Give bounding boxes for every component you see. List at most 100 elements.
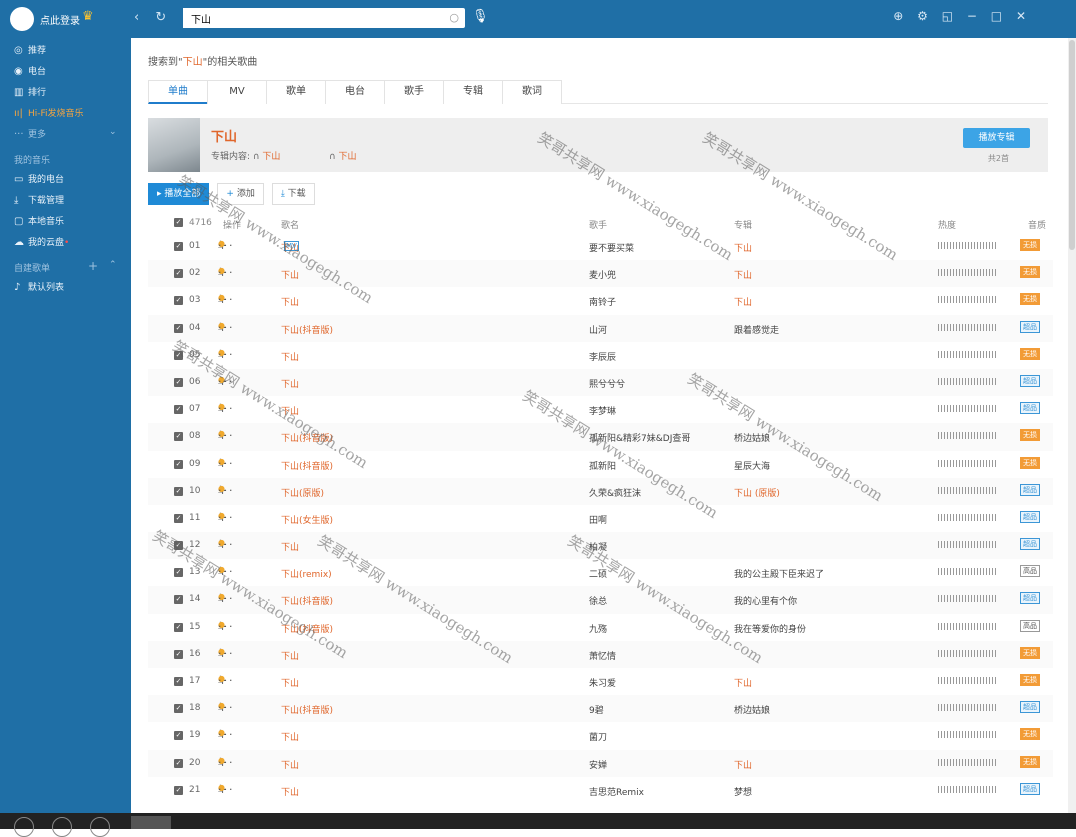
quality-badge[interactable]: 无损 [1020,293,1040,306]
chevron-down-icon[interactable]: ⌄ [109,127,117,137]
album-name[interactable]: 下山 [734,241,752,254]
singer[interactable]: 孤新阳&精彩7妹&DJ查哥 [589,431,690,444]
col-album[interactable]: 专辑 [734,218,752,231]
settings-icon[interactable]: ⚙ [917,9,928,23]
vip-crown-icon[interactable]: ♛ [82,10,96,24]
table-row[interactable]: ✓ 16 + ⤓ ● ··· 下山 萧忆情 无损 [148,640,1053,668]
more-icon[interactable]: ··· [218,348,235,361]
table-row[interactable]: ✓ 19 + ⤓ ● ··· 下山 菌刀 无损 [148,722,1053,749]
album-name[interactable]: 下山 (原版) [734,486,780,499]
song-title-text[interactable]: 下山(抖音版) [281,431,333,444]
more-icon[interactable]: ··· [218,429,235,442]
quality-badge[interactable]: 超品 [1020,538,1040,551]
singer[interactable]: 9碧 [589,703,604,716]
singer[interactable]: 萧忆情 [589,649,616,662]
sidebar-item-default-list[interactable]: ♪ 默认列表 [14,280,64,293]
row-checkbox[interactable]: ✓ [174,405,183,415]
album-track-link[interactable]: 下山 [262,152,280,162]
more-icon[interactable]: ··· [218,402,235,415]
quality-badge[interactable]: 无损 [1020,674,1040,686]
album-name[interactable]: 下山 [734,268,752,281]
quality-badge[interactable]: 超品 [1020,510,1040,523]
singer[interactable]: 九殇 [589,622,607,635]
more-icon[interactable]: ··· [218,728,235,741]
tab-radio[interactable]: 电台 [325,80,385,104]
singer[interactable]: 徐总 [589,594,607,607]
search-icon[interactable]: ○ [449,11,459,24]
quality-badge[interactable]: 超品 [1020,374,1040,387]
table-row[interactable]: ✓ 20 + ⤓ ● ··· 下山 安婵 下山 无损 [148,749,1053,777]
song-title-text[interactable]: 下山 [281,404,299,417]
singer[interactable]: 山河 [589,323,607,336]
quality-badge[interactable]: 无损 [1020,347,1040,360]
singer[interactable]: 李梦琳 [589,404,616,417]
singer[interactable]: 田啊 [589,513,607,526]
sidebar-item-recommend[interactable]: ◎ 推荐 [14,43,46,56]
row-checkbox[interactable]: ✓ [174,486,183,496]
singer[interactable]: 李辰辰 [589,350,616,363]
mini-mode-icon[interactable]: ◱ [942,9,953,23]
row-checkbox[interactable]: ✓ [174,622,183,632]
more-icon[interactable]: ··· [218,239,235,252]
table-row[interactable]: ✓ 06 + ⤓ ● ··· 下山 熙兮兮兮 超品 [148,368,1053,397]
more-icon[interactable]: ··· [218,783,235,796]
more-icon[interactable]: ··· [218,511,235,524]
maximize-icon[interactable]: □ [991,9,1002,23]
table-row[interactable]: ✓ 10 + ⤓ ● ··· 下山(原版) 久荣&疯狂沫 下山 (原版) 超品 [148,477,1053,505]
quality-badge[interactable]: 无损 [1020,728,1040,741]
song-title-text[interactable]: 下山 [281,730,299,743]
table-row[interactable]: ✓ 05 + ⤓ ● ··· 下山 李辰辰 无损 [148,342,1053,369]
song-title-text[interactable]: 下山 [281,268,299,281]
table-row[interactable]: ✓ 09 + ⤓ ● ··· 下山(抖音版) 孤新阳 星辰大海 无损 [148,451,1053,478]
table-row[interactable]: ✓ 03 + ⤓ ● ··· 下山 南铃子 下山 无损 [148,287,1053,314]
album-name[interactable]: 下山 [734,676,752,689]
refresh-icon[interactable]: ↻ [155,10,166,25]
singer[interactable]: 孤新阳 [589,459,616,472]
row-checkbox[interactable]: ✓ [174,568,183,578]
album-name[interactable]: 梦想 [734,785,752,798]
add-button[interactable]: + 添加 [217,183,264,205]
row-checkbox[interactable]: ✓ [174,541,183,551]
quality-badge[interactable]: 超品 [1020,782,1040,795]
quality-badge[interactable]: 无损 [1020,456,1040,469]
table-row[interactable]: ✓ 07 + ⤓ ● ··· 下山 李梦琳 超品 [148,396,1053,423]
row-checkbox[interactable]: ✓ [174,731,183,741]
login-link[interactable]: 点此登录 [40,12,80,27]
quality-badge[interactable]: 超品 [1020,483,1040,496]
song-title-text[interactable]: 下山 [281,377,299,390]
prev-icon[interactable] [14,817,34,837]
sidebar-item-cloud[interactable]: ☁ 我的云盘• [14,235,69,248]
row-checkbox[interactable]: ✓ [174,704,183,714]
scroll-thumb[interactable] [1069,40,1075,250]
quality-badge[interactable]: 无损 [1020,646,1040,659]
sidebar-item-more[interactable]: ··· 更多 ⌄ [14,127,117,140]
album-name[interactable]: 星辰大海 [734,459,770,472]
more-icon[interactable]: ··· [218,674,235,687]
select-all-checkbox[interactable]: ✓ [174,218,183,227]
song-title-text[interactable]: 下山 [281,350,299,363]
more-icon[interactable]: ··· [218,647,235,660]
col-quality[interactable]: 音质 [1028,218,1046,231]
singer[interactable]: 安婵 [589,758,607,771]
sidebar-item-downloads[interactable]: ⤓ 下载管理 [14,193,64,206]
song-title-text[interactable]: 下山 [281,540,299,553]
row-checkbox[interactable]: ✓ [174,513,183,523]
add-playlist-icon[interactable]: + [88,259,98,273]
table-row[interactable]: ✓ 08 + ⤓ ● ··· 下山(抖音版) 孤新阳&精彩7妹&DJ查哥 桥边姑娘 无损 [148,423,1053,451]
next-icon[interactable] [90,817,110,837]
more-icon[interactable]: ··· [218,565,235,578]
col-singer[interactable]: 歌手 [589,218,607,231]
table-row[interactable]: ✓ 15 + ⤓ ● ··· 下山(抖音版) 九殇 我在等爱你的身份 高品 [148,614,1053,641]
album-name[interactable]: 我在等爱你的身份 [734,622,806,635]
quality-badge[interactable]: 无损 [1020,266,1040,279]
more-icon[interactable]: ··· [218,266,235,279]
song-title-text[interactable]: 下山 [281,785,299,798]
singer[interactable]: 南铃子 [589,295,616,308]
album-cover[interactable] [148,118,200,172]
tab-lyrics[interactable]: 歌词 [502,80,562,104]
row-checkbox[interactable]: ✓ [174,350,183,360]
singer[interactable]: 要不要买菜 [589,241,634,254]
album-name[interactable]: 跟着感觉走 [734,323,779,336]
album-name[interactable]: 桥边姑娘 [734,431,770,444]
song-title-text[interactable]: 下山 [281,758,299,771]
